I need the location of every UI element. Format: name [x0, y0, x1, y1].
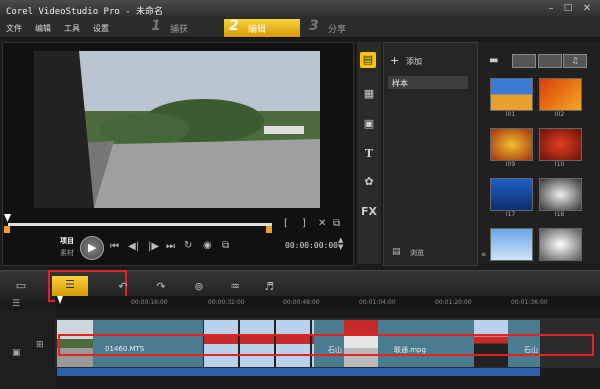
tab-edit-number: 2: [229, 18, 239, 34]
sample-folder-item[interactable]: 样本: [388, 76, 468, 89]
tab-capture[interactable]: 1 捕获: [146, 18, 218, 37]
video-preview: [34, 51, 320, 208]
previous-frame-icon[interactable]: ◀|: [128, 241, 139, 252]
library-thumb[interactable]: [539, 178, 582, 211]
tab-share-number: 3: [309, 18, 319, 34]
browse-button[interactable]: 浏览: [410, 248, 424, 258]
library-thumb[interactable]: [490, 178, 533, 211]
clips-highlight: [58, 334, 594, 356]
track-manager-icon[interactable]: ☰: [12, 299, 20, 309]
close-button[interactable]: ✕: [580, 3, 594, 15]
show-videos-icon[interactable]: [512, 54, 536, 68]
menu-bar: [0, 19, 600, 38]
folder-icon[interactable]: ▬: [489, 55, 498, 66]
ruler-tick-label: 00:00:32:00: [208, 299, 245, 306]
auto-music-icon[interactable]: ♬: [258, 278, 280, 296]
library-thumb-label: I02: [554, 111, 565, 118]
title-text-icon[interactable]: T: [361, 146, 377, 162]
tab-capture-number: 1: [151, 18, 161, 34]
record-capture-icon[interactable]: ⊚: [188, 278, 210, 296]
maximize-button[interactable]: □: [561, 3, 575, 15]
library-thumb[interactable]: [490, 228, 533, 261]
transition-icon[interactable]: ▦: [361, 86, 377, 102]
mark-out-handle[interactable]: [266, 226, 272, 233]
video-frame-image: [34, 51, 320, 208]
library-thumb[interactable]: [490, 78, 533, 111]
add-folder-button[interactable]: 添加: [406, 56, 422, 67]
mode-clip-label[interactable]: 素材: [60, 248, 74, 258]
sample-folder-label: 样本: [392, 79, 408, 88]
graphic-icon[interactable]: ✿: [361, 174, 377, 190]
menu-settings[interactable]: 设置: [93, 23, 109, 34]
storyboard-view-icon[interactable]: ▭: [10, 277, 32, 295]
play-icon: ▶: [88, 241, 97, 254]
go-to-start-icon[interactable]: ⏮: [110, 241, 119, 252]
title-overlay-icon[interactable]: ▣: [361, 116, 377, 132]
app-title: Corel VideoStudio Pro - 未命名: [6, 7, 164, 17]
mark-out-icon[interactable]: ]: [302, 218, 306, 229]
volume-icon[interactable]: ◉: [203, 240, 212, 251]
menu-file[interactable]: 文件: [6, 23, 22, 34]
library-thumb[interactable]: [539, 128, 582, 161]
tab-capture-label: 捕获: [170, 25, 189, 35]
mark-in-handle[interactable]: [4, 226, 10, 233]
sound-mixer-icon[interactable]: ♒: [224, 278, 246, 296]
library-thumb[interactable]: [490, 128, 533, 161]
ripple-edit-icon[interactable]: ⊞: [36, 340, 44, 350]
browse-icon[interactable]: ▤: [392, 247, 401, 257]
library-thumb-label: I17: [505, 211, 516, 218]
tab-edit[interactable]: 2 编辑: [224, 18, 300, 37]
tab-edit-label: 编辑: [248, 25, 267, 35]
ruler-tick-label: 00:00:48:00: [283, 299, 320, 306]
timeline-scrubber[interactable]: [8, 223, 272, 226]
show-audio-icon[interactable]: ♫: [563, 54, 587, 68]
title-bar: Corel VideoStudio Pro - 未命名 – □ ✕: [0, 0, 600, 19]
split-clip-icon[interactable]: ✕: [318, 218, 326, 229]
timeline-ruler[interactable]: 00:00:16:00 00:00:32:00 00:00:48:00 00:0…: [55, 296, 600, 308]
ruler-tick-label: 00:01:36:00: [511, 299, 548, 306]
tab-share[interactable]: 3 分享: [304, 18, 376, 37]
play-button[interactable]: ▶: [80, 236, 104, 260]
library-thumb-label: I10: [554, 161, 565, 168]
redo-icon[interactable]: ↷: [150, 278, 172, 296]
repeat-icon[interactable]: ↻: [184, 240, 192, 251]
ruler-tick-label: 00:01:04:00: [359, 299, 396, 306]
collapse-library-icon[interactable]: «: [481, 250, 487, 260]
library-thumb[interactable]: [539, 228, 582, 261]
ruler-tick-label: 00:00:16:00: [131, 299, 168, 306]
timecode-stepper-icon[interactable]: ▲ ▼: [338, 237, 343, 251]
timecode-display[interactable]: 00:00:00:00: [285, 241, 338, 250]
library-thumb-label: I18: [554, 211, 565, 218]
undo-icon[interactable]: ↶: [112, 278, 134, 296]
tab-share-label: 分享: [328, 25, 347, 35]
enlarge-preview-icon[interactable]: ⧉: [222, 240, 229, 251]
track-labels-panel: [0, 310, 55, 389]
next-frame-icon[interactable]: |▶: [148, 241, 159, 252]
enlarge-icon[interactable]: ⧉: [333, 218, 340, 229]
menu-edit[interactable]: 编辑: [35, 23, 51, 34]
library-thumb[interactable]: [539, 78, 582, 111]
mark-in-icon[interactable]: [: [284, 218, 288, 229]
go-to-end-icon[interactable]: ⏭: [166, 241, 175, 252]
video-track-icon[interactable]: ▣: [12, 348, 21, 358]
filter-fx-icon[interactable]: FX: [361, 204, 377, 220]
library-thumb-label: I01: [505, 111, 516, 118]
menu-tools[interactable]: 工具: [64, 23, 80, 34]
media-library-icon[interactable]: ▤: [360, 52, 376, 68]
add-folder-icon[interactable]: +: [390, 54, 399, 67]
ruler-tick-label: 00:01:20:00: [435, 299, 472, 306]
audio-track-strip: [57, 368, 540, 376]
show-photos-icon[interactable]: [538, 54, 562, 68]
mode-project-label[interactable]: 项目: [60, 236, 74, 246]
library-thumb-label: I09: [505, 161, 516, 168]
minimize-button[interactable]: –: [544, 3, 558, 15]
